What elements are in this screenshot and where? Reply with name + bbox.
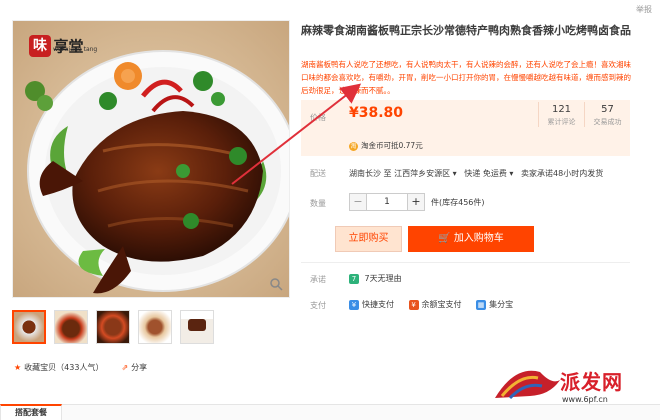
add-to-cart-button[interactable]: 🛒 加入购物车: [408, 226, 534, 252]
promise-label: 承诺: [310, 275, 326, 284]
shipping-promise: 卖家承诺48小时内发货: [521, 169, 604, 178]
delivery-label: 配送: [310, 169, 326, 178]
watermark-url: www.6pf.cn: [562, 395, 608, 404]
review-stat[interactable]: 121 累计评论: [538, 102, 584, 127]
review-label: 累计评论: [547, 118, 576, 126]
payment-jifenbao[interactable]: ▦ 集分宝: [476, 299, 513, 310]
jifenbao-icon: ▦: [476, 299, 487, 310]
quick-pay-icon: ¥: [349, 299, 359, 310]
share-link[interactable]: ⇗ 分享: [121, 362, 147, 373]
thumbnail[interactable]: [54, 310, 88, 344]
taobao-coin-info: 淘淘金币可抵0.77元: [349, 140, 423, 151]
price-value: ¥38.80: [349, 105, 403, 121]
quantity-stepper: − 1 + 件(库存456件): [349, 193, 485, 211]
main-product-image[interactable]: 味 享堂 wei xiang tang: [12, 20, 290, 298]
product-title: 麻辣零食湖南酱板鸭正宗长沙常德特产鸭肉熟食香辣小吃烤鸭卤食品: [301, 24, 631, 37]
payment-methods: ¥ 快捷支付 ¥ 余额宝支付 ▦ 集分宝: [349, 299, 525, 310]
cart-icon: 🛒: [438, 233, 451, 244]
quantity-label: 数量: [310, 199, 326, 208]
product-subtitle: 湖南酱板鸭有人说吃了还想吃，有人说鸭肉太干，有人说辣的会醉，还有人说吃了会上瘾！…: [301, 60, 631, 95]
thumbnail[interactable]: [138, 310, 172, 344]
buy-now-button[interactable]: 立即购买: [335, 226, 402, 252]
payment-quick[interactable]: ¥ 快捷支付: [349, 299, 394, 310]
star-icon: ★: [14, 363, 22, 372]
review-count: 121: [551, 104, 572, 115]
thumbnail[interactable]: [12, 310, 46, 344]
report-link[interactable]: 举报: [636, 4, 652, 15]
tab-package[interactable]: 搭配套餐: [0, 404, 62, 420]
sales-stat: 57 交易成功: [584, 102, 630, 127]
quantity-plus-button[interactable]: +: [407, 193, 425, 211]
thumbnail[interactable]: [96, 310, 130, 344]
seven-day-return-icon: 7: [349, 274, 359, 284]
shipping-select[interactable]: 快递 免运费 ▾: [464, 169, 513, 178]
quantity-input[interactable]: 1: [367, 193, 407, 211]
payment-yuebao[interactable]: ¥ 余额宝支付: [408, 299, 462, 310]
delivery-from: 湖南长沙: [349, 169, 381, 178]
favorite-link[interactable]: ★ 收藏宝贝（433人气）: [14, 362, 103, 373]
share-label: 分享: [131, 363, 148, 372]
price-currency: ¥: [349, 105, 359, 121]
delivery-to-prefix: 至: [383, 169, 392, 178]
promise-text: 7天无理由: [364, 274, 402, 283]
chevron-down-icon: ▾: [452, 169, 457, 178]
favorite-label: 收藏宝贝（433人气）: [24, 363, 104, 372]
add-to-cart-label: 加入购物车: [453, 233, 504, 244]
price-stats: 121 累计评论 57 交易成功: [538, 102, 630, 127]
coin-text: 淘金币可抵0.77元: [361, 141, 423, 150]
share-icon: ⇗: [121, 363, 129, 372]
sales-label: 交易成功: [593, 118, 622, 126]
divider: [301, 262, 630, 263]
payment-label: 支付: [310, 301, 326, 310]
quantity-minus-button[interactable]: −: [349, 193, 367, 211]
delivery-info: 湖南长沙 至 江西萍乡安源区 ▾ 快递 免运费 ▾ 卖家承诺48小时内发货: [349, 168, 603, 179]
promise-item[interactable]: 7 7天无理由: [349, 273, 402, 284]
brand-logo-mark: 味: [29, 35, 51, 57]
stock-text: 件(库存456件): [431, 197, 485, 207]
zoom-icon[interactable]: [269, 277, 283, 291]
watermark-text: 派发网: [560, 370, 623, 394]
brand-logo-subtext: wei xiang tang: [53, 46, 98, 53]
thumbnail-strip: [12, 310, 214, 344]
price-label: 价格: [310, 113, 326, 122]
price-amount: 38.80: [358, 105, 404, 121]
price-panel: 价格 ¥38.80 121 累计评论 57 交易成功 淘淘金币可抵0.77元: [301, 100, 630, 156]
bottom-tab-bar: 搭配套餐: [0, 404, 660, 420]
delivery-destination-select[interactable]: 江西萍乡安源区 ▾: [394, 169, 457, 178]
coin-icon: 淘: [349, 142, 358, 151]
yuebao-icon: ¥: [408, 299, 419, 310]
sales-count: 57: [601, 104, 614, 115]
bottom-links: ★ 收藏宝贝（433人气） ⇗ 分享: [14, 362, 147, 373]
thumbnail[interactable]: [180, 310, 214, 344]
duck-dish-illustration: [13, 21, 289, 297]
chevron-down-icon: ▾: [509, 169, 514, 178]
